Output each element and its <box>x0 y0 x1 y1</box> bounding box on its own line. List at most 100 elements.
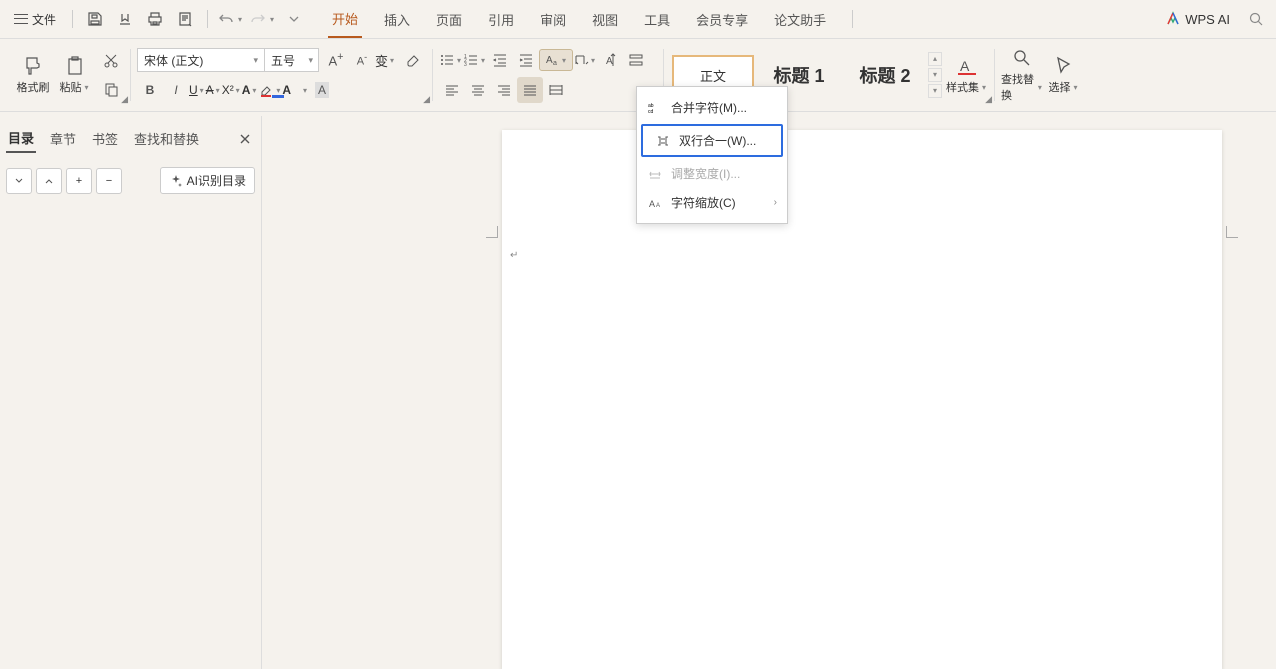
find-replace-button[interactable]: 查找替换▾ <box>1001 43 1043 107</box>
tab-thesis[interactable]: 论文助手 <box>770 2 830 37</box>
wps-ai-button[interactable]: WPS AI <box>1165 11 1230 27</box>
file-label: 文件 <box>32 11 56 28</box>
paste-button[interactable]: 粘贴▾ <box>54 53 96 97</box>
two-line-icon <box>655 133 671 149</box>
ai-recognize-toc-button[interactable]: AI识别目录 <box>160 167 255 194</box>
panel-tab-bookmark[interactable]: 书签 <box>90 125 120 152</box>
tab-review[interactable]: 审阅 <box>536 2 570 37</box>
collapse-all-icon[interactable] <box>6 168 32 194</box>
styles-launcher-icon[interactable]: ◢ <box>985 94 992 105</box>
svg-text:A: A <box>546 55 553 66</box>
increase-indent-icon[interactable] <box>513 47 539 73</box>
svg-text:a: a <box>553 60 557 67</box>
paste-label: 粘贴 <box>60 79 82 95</box>
redo-button[interactable]: ▾ <box>250 11 276 27</box>
svg-text:A: A <box>606 56 613 67</box>
superscript-button[interactable]: X²▾ <box>222 83 242 97</box>
menu-adjust-width: 调整宽度(I)... <box>637 159 787 188</box>
divider <box>72 10 73 28</box>
tab-page[interactable]: 页面 <box>432 2 466 37</box>
style-h2[interactable]: 标题 2 <box>844 55 926 95</box>
align-right-icon[interactable] <box>491 77 517 103</box>
panel-tab-findreplace[interactable]: 查找和替换 <box>132 125 201 152</box>
char-format-dropdown[interactable]: Aa▾ <box>539 49 573 71</box>
text-direction-button[interactable]: ▾ <box>573 52 597 68</box>
italic-button[interactable]: I <box>163 77 189 103</box>
add-item-icon[interactable]: + <box>66 168 92 194</box>
menu-merge-chars[interactable]: abcd 合并字符(M)... <box>637 93 787 122</box>
panel-tab-toc[interactable]: 目录 <box>6 124 36 153</box>
number-list-button[interactable]: 123▾ <box>463 52 487 68</box>
ribbon-tabs: 开始 插入 页面 引用 审阅 视图 工具 会员专享 论文助手 <box>328 1 830 38</box>
print-preview-icon[interactable] <box>173 7 197 31</box>
decrease-indent-icon[interactable] <box>487 47 513 73</box>
align-distribute-icon[interactable] <box>543 77 569 103</box>
font-size-select[interactable]: 五号 <box>265 48 319 72</box>
clipboard-launcher-icon[interactable]: ◢ <box>121 94 128 105</box>
align-left-icon[interactable] <box>439 77 465 103</box>
tab-member[interactable]: 会员专享 <box>692 2 752 37</box>
clear-format-icon[interactable] <box>400 47 426 73</box>
bold-button[interactable]: B <box>137 77 163 103</box>
font-color-button[interactable]: A▾ <box>282 83 309 97</box>
search-icon[interactable] <box>1244 7 1268 31</box>
style-gallery-spinner[interactable]: ▴▾▾ <box>928 52 942 98</box>
close-icon[interactable] <box>235 129 255 149</box>
svg-text:A: A <box>960 58 970 74</box>
select-button[interactable]: 选择▾ <box>1043 43 1085 107</box>
vertical-text-icon[interactable]: A <box>597 47 623 73</box>
ribbon-group-clipboard: 格式刷 粘贴▾ ◢ <box>6 43 130 107</box>
tab-tools[interactable]: 工具 <box>640 2 674 37</box>
change-case-button[interactable]: 变▾ <box>375 51 396 70</box>
wps-ai-label: WPS AI <box>1185 12 1230 27</box>
tab-start[interactable]: 开始 <box>328 1 362 38</box>
strikethrough-button[interactable]: A▾ <box>206 83 222 97</box>
adjust-width-icon <box>647 166 663 182</box>
undo-button[interactable]: ▾ <box>218 11 244 27</box>
font-launcher-icon[interactable]: ◢ <box>423 94 430 105</box>
top-menu-bar: 文件 ▾ ▾ 开始 插入 页面 引用 审阅 视图 工具 会员专享 论文助手 WP… <box>0 0 1276 38</box>
style-set-button[interactable]: A 样式集▾ <box>946 43 988 107</box>
hamburger-icon <box>14 14 28 24</box>
menu-char-scale[interactable]: AA 字符缩放(C) › <box>637 188 787 217</box>
page-margin-corner <box>1226 226 1238 238</box>
font-name-select[interactable]: 宋体 (正文) <box>137 48 265 72</box>
wps-ai-icon <box>1165 11 1181 27</box>
char-scale-icon: AA <box>647 195 663 211</box>
align-center-icon[interactable] <box>465 77 491 103</box>
cut-icon[interactable] <box>98 48 124 74</box>
menu-two-line[interactable]: 双行合一(W)... <box>641 124 783 157</box>
text-effects-button[interactable]: A▾ <box>242 83 259 97</box>
underline-button[interactable]: U▾ <box>189 83 206 97</box>
panel-tab-chapter[interactable]: 章节 <box>48 125 78 152</box>
more-quick-access-icon[interactable] <box>282 7 306 31</box>
tab-insert[interactable]: 插入 <box>380 2 414 37</box>
document-page[interactable]: ↵ <box>502 130 1222 669</box>
divider <box>852 10 853 28</box>
print-icon[interactable] <box>143 7 167 31</box>
expand-all-icon[interactable] <box>36 168 62 194</box>
ribbon-group-paragraph: ▾ 123▾ Aa▾ ▾ A <box>433 43 655 107</box>
format-painter-label: 格式刷 <box>17 79 50 95</box>
panel-tabs: 目录 章节 书签 查找和替换 <box>0 116 261 161</box>
increase-font-icon[interactable]: A+ <box>323 47 349 73</box>
svg-text:A: A <box>656 203 660 209</box>
format-painter-button[interactable]: 格式刷 <box>12 43 54 107</box>
quick-access-icon[interactable] <box>113 7 137 31</box>
char-shading-button[interactable]: A <box>309 77 335 103</box>
decrease-font-icon[interactable]: A- <box>349 47 375 73</box>
file-menu-button[interactable]: 文件 <box>8 7 62 32</box>
chevron-right-icon: › <box>774 197 777 208</box>
svg-text:cd: cd <box>648 109 654 115</box>
align-justify-icon[interactable] <box>517 77 543 103</box>
panel-controls: + − AI识别目录 <box>0 161 261 200</box>
remove-item-icon[interactable]: − <box>96 168 122 194</box>
bullet-list-button[interactable]: ▾ <box>439 52 463 68</box>
paragraph-mark: ↵ <box>510 250 518 261</box>
save-icon[interactable] <box>83 7 107 31</box>
tab-view[interactable]: 视图 <box>588 2 622 37</box>
svg-text:3: 3 <box>464 62 467 68</box>
distribute-text-icon[interactable] <box>623 47 649 73</box>
tab-reference[interactable]: 引用 <box>484 2 518 37</box>
char-format-dropdown-menu: abcd 合并字符(M)... 双行合一(W)... 调整宽度(I)... AA… <box>636 86 788 224</box>
